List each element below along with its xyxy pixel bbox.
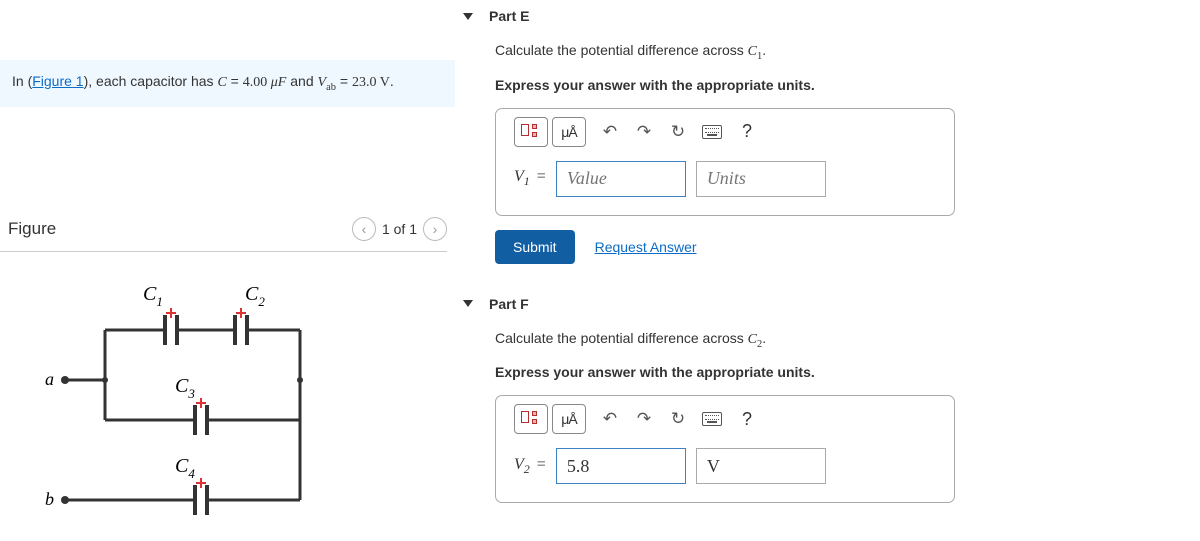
part-label: Part F xyxy=(489,296,529,312)
undo-button[interactable]: ↶ xyxy=(600,409,620,429)
submit-button[interactable]: Submit xyxy=(495,230,575,264)
units-symbol-button[interactable]: μÅ xyxy=(552,117,586,147)
units-symbol-button[interactable]: μÅ xyxy=(552,404,586,434)
keyboard-icon xyxy=(702,412,722,426)
svg-text:C2: C2 xyxy=(245,283,265,309)
question-text: Calculate the potential difference acros… xyxy=(495,40,955,65)
text: . xyxy=(390,73,394,89)
templates-icon xyxy=(519,122,543,142)
reset-button[interactable]: ↻ xyxy=(668,122,688,142)
figure-pager: ‹ 1 of 1 › xyxy=(352,217,447,241)
keyboard-button[interactable] xyxy=(702,409,722,429)
value-input[interactable] xyxy=(556,448,686,484)
help-button[interactable]: ? xyxy=(742,121,752,142)
next-figure-button[interactable]: › xyxy=(423,217,447,241)
text: = xyxy=(336,73,352,89)
templates-icon xyxy=(519,409,543,429)
part-e-header[interactable]: Part E xyxy=(455,0,1200,32)
help-button[interactable]: ? xyxy=(742,409,752,430)
chevron-down-icon xyxy=(463,13,473,20)
units-input[interactable] xyxy=(696,161,826,197)
question-text: Calculate the potential difference acros… xyxy=(495,328,955,353)
svg-text:a: a xyxy=(45,369,54,389)
var: V xyxy=(318,75,327,90)
keyboard-button[interactable] xyxy=(702,122,722,142)
templates-button[interactable] xyxy=(514,404,548,434)
svg-text:C1: C1 xyxy=(143,283,163,309)
val: 23.0 V xyxy=(352,75,390,90)
redo-button[interactable]: ↷ xyxy=(634,409,654,429)
units-input[interactable] xyxy=(696,448,826,484)
reset-button[interactable]: ↻ xyxy=(668,409,688,429)
part-label: Part E xyxy=(489,8,529,24)
text: and xyxy=(286,73,317,89)
text: In ( xyxy=(12,73,32,89)
svg-text:C3: C3 xyxy=(175,375,195,401)
keyboard-icon xyxy=(702,125,722,139)
variable-label: V2 = xyxy=(514,456,546,477)
micro-angstrom-icon: μÅ xyxy=(561,124,576,140)
part-f-header[interactable]: Part F xyxy=(455,288,1200,320)
answer-frame: μÅ ↶ ↷ ↻ ? V1 = xyxy=(495,108,955,216)
text: = xyxy=(227,73,243,89)
svg-text:C4: C4 xyxy=(175,455,195,481)
value-input[interactable] xyxy=(556,161,686,197)
svg-text:b: b xyxy=(45,489,54,509)
figure-link[interactable]: Figure 1 xyxy=(32,73,83,89)
instruction-text: Express your answer with the appropriate… xyxy=(495,75,955,96)
redo-button[interactable]: ↷ xyxy=(634,122,654,142)
chevron-down-icon xyxy=(463,300,473,307)
undo-button[interactable]: ↶ xyxy=(600,122,620,142)
instruction-text: Express your answer with the appropriate… xyxy=(495,362,955,383)
variable-label: V1 = xyxy=(514,168,546,189)
pager-text: 1 of 1 xyxy=(382,221,417,237)
divider xyxy=(0,251,447,252)
val: 4.00 xyxy=(243,75,271,90)
sub: ab xyxy=(326,82,336,93)
templates-button[interactable] xyxy=(514,117,548,147)
unit: μF xyxy=(271,75,287,90)
text: ), each capacitor has xyxy=(84,73,218,89)
micro-angstrom-icon: μÅ xyxy=(561,411,576,427)
prev-figure-button[interactable]: ‹ xyxy=(352,217,376,241)
request-answer-link[interactable]: Request Answer xyxy=(595,239,697,255)
answer-frame: μÅ ↶ ↷ ↻ ? V2 = xyxy=(495,395,955,503)
var: C xyxy=(217,75,226,90)
problem-context: In (Figure 1), each capacitor has C = 4.… xyxy=(0,60,455,107)
figure-heading: Figure xyxy=(8,219,56,239)
circuit-figure: a b C1 C2 xyxy=(25,270,355,520)
